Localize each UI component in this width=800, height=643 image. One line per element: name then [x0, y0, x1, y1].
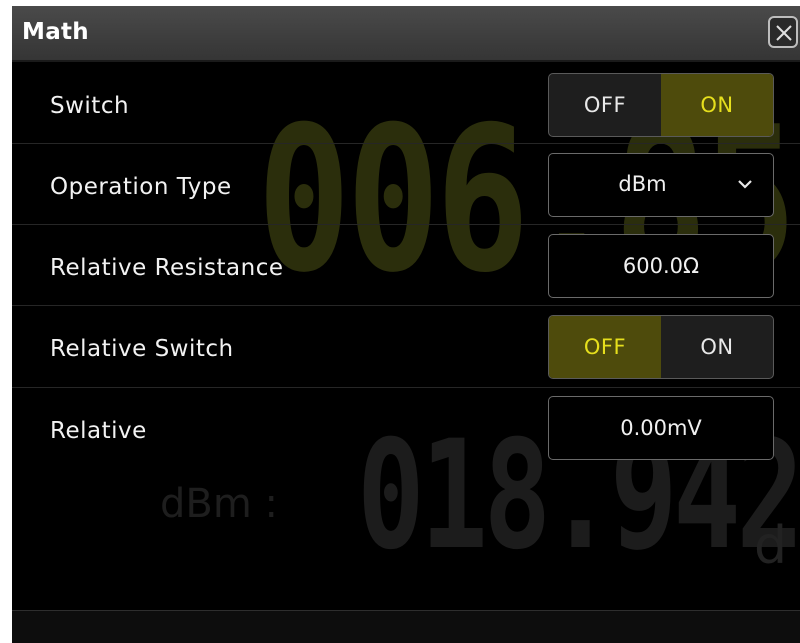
relative-field[interactable]: 0.00mV	[548, 396, 774, 460]
switch-label: Switch	[50, 93, 130, 119]
relative-row: Relative 0.00mV	[12, 387, 800, 467]
relative-resistance-field[interactable]: 600.0Ω	[548, 234, 774, 298]
switch-off-option[interactable]: OFF	[549, 74, 661, 136]
dialog-bottom-bar	[12, 610, 800, 643]
close-button[interactable]	[768, 16, 798, 48]
close-icon	[776, 25, 792, 41]
switch-on-option[interactable]: ON	[661, 74, 773, 136]
relative-label: Relative	[50, 418, 147, 444]
switch-row: Switch OFF ON	[12, 62, 800, 142]
operation-type-row: Operation Type dBm	[12, 143, 800, 223]
relative-switch-off-option[interactable]: OFF	[549, 316, 661, 378]
relative-switch-label: Relative Switch	[50, 336, 234, 362]
operation-type-value: dBm	[618, 172, 667, 196]
switch-toggle[interactable]: OFF ON	[548, 73, 774, 137]
relative-resistance-label: Relative Resistance	[50, 255, 284, 281]
secondary-unit-background: d	[754, 516, 788, 576]
relative-switch-toggle[interactable]: OFF ON	[548, 315, 774, 379]
relative-switch-row: Relative Switch OFF ON	[12, 305, 800, 385]
dialog-titlebar: Math	[12, 6, 800, 62]
relative-resistance-row: Relative Resistance 600.0Ω	[12, 224, 800, 304]
chevron-down-icon	[738, 180, 752, 189]
secondary-function-label-background: dBm :	[160, 481, 278, 527]
dialog-title: Math	[22, 19, 89, 45]
operation-type-dropdown[interactable]: dBm	[548, 153, 774, 217]
relative-switch-on-option[interactable]: ON	[661, 316, 773, 378]
math-dialog: 006.856 dBm : 018.942 d Math Switch OFF …	[12, 6, 800, 643]
operation-type-label: Operation Type	[50, 174, 232, 200]
